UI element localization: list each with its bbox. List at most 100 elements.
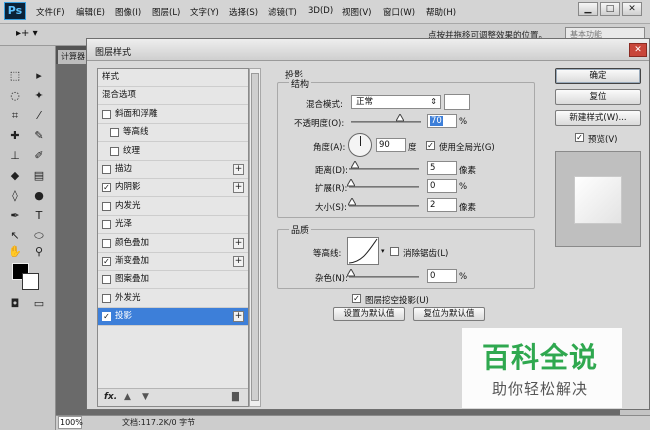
shadow-color-swatch[interactable] (444, 94, 470, 110)
hand-tool-icon[interactable]: ✋ (6, 244, 24, 260)
style-item-checkbox[interactable]: ✓ (102, 257, 111, 266)
gradient-tool-icon[interactable]: ▤ (30, 168, 48, 184)
style-item-checkbox[interactable]: ✓ (102, 183, 111, 193)
move-tool-preset[interactable]: ▸+ ▾ (16, 28, 38, 39)
menu-help[interactable]: 帮助(H) (426, 6, 456, 18)
reset-button[interactable]: 复位 (555, 89, 641, 105)
style-item[interactable]: 图案叠加 (98, 271, 248, 290)
history-brush-icon[interactable]: ✐ (30, 148, 48, 164)
dialog-close-button[interactable]: ✕ (629, 43, 647, 57)
zoom-field[interactable]: 100% (58, 416, 83, 429)
preview-checkbox[interactable]: ✓ (575, 133, 584, 142)
style-item-checkbox[interactable] (102, 275, 111, 285)
size-input[interactable]: 2 (427, 198, 457, 212)
angle-input[interactable]: 90 (376, 138, 406, 152)
style-item[interactable]: ✓ 内阴影 + (98, 179, 248, 198)
dodge-tool-icon[interactable]: ● (30, 188, 48, 204)
opacity-slider-thumb[interactable] (396, 114, 404, 122)
reset-default-button[interactable]: 复位为默认值 (413, 307, 485, 321)
contour-dropdown-icon[interactable]: ▾ (381, 247, 385, 255)
style-item-checkbox[interactable] (102, 165, 111, 174)
menu-layer[interactable]: 图层(L) (152, 6, 180, 18)
brush-tool-icon[interactable]: ✎ (30, 128, 48, 144)
style-item[interactable]: 等高线 (98, 124, 248, 143)
style-item-checkbox[interactable] (110, 128, 119, 138)
crop-tool-icon[interactable]: ⌗ (6, 108, 24, 124)
style-item[interactable]: 内发光 (98, 198, 248, 216)
stamp-tool-icon[interactable]: ⊥ (6, 148, 24, 164)
menu-window[interactable]: 窗口(W) (383, 6, 415, 18)
screen-mode-icon[interactable]: ▭ (30, 296, 48, 312)
global-light-checkbox[interactable]: ✓ (426, 141, 435, 150)
close-app-button[interactable]: ✕ (622, 2, 642, 16)
menu-3d[interactable]: 3D(D) (308, 6, 333, 16)
opacity-slider-track[interactable] (351, 121, 421, 123)
menu-edit[interactable]: 编辑(E) (76, 6, 105, 18)
distance-input[interactable]: 5 (427, 161, 457, 175)
eraser-tool-icon[interactable]: ◆ (6, 168, 24, 184)
style-item-checkbox[interactable] (102, 238, 111, 248)
ok-button[interactable]: 确定 (555, 68, 641, 84)
blend-mode-select[interactable]: 正常 ⇕ (351, 95, 441, 109)
style-item-checkbox[interactable]: ✓ (102, 312, 111, 322)
style-item[interactable]: 样式 (98, 69, 248, 87)
style-item-checkbox[interactable] (102, 201, 111, 211)
size-slider-thumb[interactable] (348, 198, 356, 206)
maximize-button[interactable]: □ (600, 2, 620, 16)
contour-picker[interactable] (347, 237, 379, 265)
style-item[interactable]: 混合选项 (98, 87, 248, 106)
knockout-checkbox[interactable]: ✓ (352, 294, 361, 303)
style-item[interactable]: 纹理 (98, 143, 248, 161)
type-tool-icon[interactable]: T (30, 208, 48, 224)
healing-brush-icon[interactable]: ✚ (6, 128, 24, 144)
style-item[interactable]: 光泽 (98, 216, 248, 235)
menu-image[interactable]: 图像(I) (115, 6, 141, 18)
path-select-icon[interactable]: ↖ (6, 228, 24, 244)
shape-tool-icon[interactable]: ⬭ (30, 228, 48, 244)
eyedropper-icon[interactable]: ⁄ (30, 108, 48, 124)
magic-wand-icon[interactable]: ✦ (30, 88, 48, 104)
blur-tool-icon[interactable]: ◊ (6, 188, 24, 204)
add-effect-icon[interactable]: + (233, 311, 244, 323)
move-up-icon[interactable]: ▲ (124, 392, 131, 402)
add-effect-icon[interactable]: + (233, 182, 244, 194)
noise-slider-thumb[interactable] (347, 269, 355, 277)
dialog-titlebar[interactable]: 图层样式 ✕ (87, 39, 649, 61)
menu-select[interactable]: 选择(S) (229, 6, 258, 18)
minimize-button[interactable]: ▁ (578, 2, 598, 16)
zoom-tool-icon[interactable]: ⚲ (30, 244, 48, 260)
background-color-swatch[interactable] (22, 273, 39, 290)
style-item[interactable]: 斜面和浮雕 (98, 106, 248, 124)
spread-slider-track[interactable] (349, 186, 419, 188)
move-down-icon[interactable]: ▼ (142, 392, 149, 402)
style-item[interactable]: ✓ 渐变叠加 + (98, 253, 248, 271)
marquee-tool-icon[interactable]: ⬚ (6, 68, 24, 84)
scrollbar-thumb[interactable] (251, 73, 259, 401)
antialias-checkbox[interactable] (390, 247, 399, 256)
move-tool-icon[interactable]: ▸ (30, 68, 48, 84)
delete-effect-icon[interactable]: ▇ (232, 392, 239, 402)
menu-type[interactable]: 文字(Y) (190, 6, 219, 18)
menu-view[interactable]: 视图(V) (342, 6, 371, 18)
noise-slider-track[interactable] (349, 276, 419, 278)
distance-slider-thumb[interactable] (351, 161, 359, 169)
menu-file[interactable]: 文件(F) (36, 6, 65, 18)
style-list-scrollbar[interactable] (249, 68, 261, 407)
noise-input[interactable]: 0 (427, 269, 457, 283)
style-item[interactable]: 描边 + (98, 161, 248, 179)
menu-filter[interactable]: 滤镜(T) (268, 6, 297, 18)
new-style-button[interactable]: 新建样式(W)... (555, 110, 641, 126)
fx-icon[interactable]: fx. (104, 392, 117, 402)
style-item-checkbox[interactable] (110, 146, 119, 156)
add-effect-icon[interactable]: + (233, 164, 244, 175)
pen-tool-icon[interactable]: ✒ (6, 208, 24, 224)
style-item[interactable]: 外发光 (98, 290, 248, 308)
opacity-input[interactable]: 70 (427, 114, 457, 128)
add-effect-icon[interactable]: + (233, 237, 244, 249)
style-item[interactable]: ✓ 投影 + (98, 308, 248, 327)
spread-input[interactable]: 0 (427, 179, 457, 193)
distance-slider-track[interactable] (349, 168, 419, 170)
spread-slider-thumb[interactable] (347, 179, 355, 187)
style-item[interactable]: 颜色叠加 + (98, 235, 248, 253)
style-item-checkbox[interactable] (102, 109, 111, 119)
